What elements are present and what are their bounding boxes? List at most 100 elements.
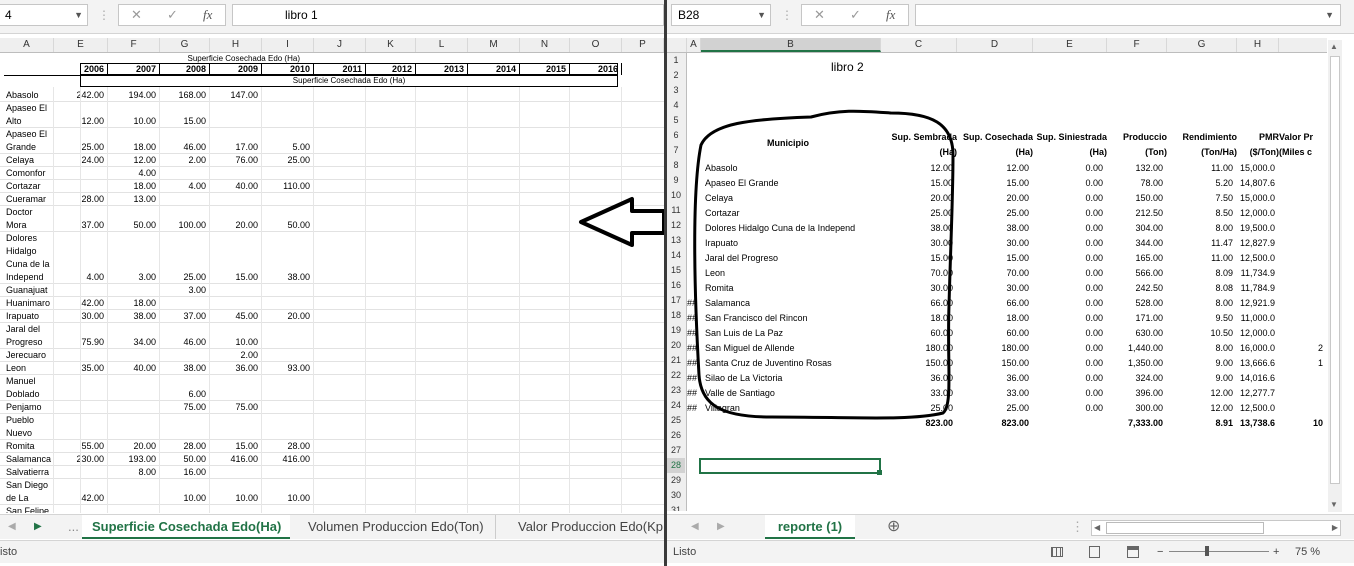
column-header-A[interactable]: A — [0, 38, 54, 52]
row-header-7[interactable]: 7 — [667, 143, 685, 158]
column-header-J[interactable]: J — [314, 38, 366, 52]
function-icon[interactable]: fx — [886, 5, 895, 25]
table-row[interactable]: Pueblo Nuevo — [0, 414, 664, 440]
row-header-8[interactable]: 8 — [667, 158, 685, 173]
table-row[interactable]: Cortazar 18.00 4.00 40.00 110.00 — [0, 180, 664, 193]
cancel-icon[interactable]: ✕ — [131, 5, 142, 25]
row-header-18[interactable]: 18 — [667, 308, 685, 323]
row-header-10[interactable]: 10 — [667, 188, 685, 203]
column-header-C[interactable]: C — [881, 38, 957, 52]
zoom-level[interactable]: 75 % — [1295, 541, 1320, 563]
table-row[interactable]: Jerecuaro 2.00 — [0, 349, 664, 362]
table-row[interactable]: Celaya 24.00 12.00 2.00 76.00 25.00 — [0, 154, 664, 167]
table-row[interactable]: Apaseo El Grande 25.00 18.00 46.00 17.00 5.00 — [0, 128, 664, 154]
name-box[interactable]: 4 ▼ — [0, 4, 88, 26]
next-sheet-icon[interactable]: ▶ — [717, 515, 725, 539]
tab-ellipsis[interactable]: ... — [68, 515, 79, 539]
column-header-B[interactable]: B — [701, 38, 881, 52]
row-header-2[interactable]: 2 — [667, 68, 685, 83]
column-header-I[interactable]: I — [262, 38, 314, 52]
table-row[interactable]: Apaseo El Alto 12.00 10.00 15.00 — [0, 102, 664, 128]
cancel-icon[interactable]: ✕ — [814, 5, 825, 25]
column-header-O[interactable]: O — [570, 38, 622, 52]
table-row[interactable]: Comonfor 4.00 — [0, 167, 664, 180]
prev-sheet-icon[interactable]: ◀ — [8, 515, 16, 539]
sheet-grid-right[interactable]: libro 2 Municipio Sup. Sembrada (Ha) Sup. Co… — [687, 53, 1327, 511]
table-row[interactable]: Salvatierra 8.00 16.00 — [0, 466, 664, 479]
column-header-H[interactable]: H — [1237, 38, 1279, 52]
row-header-3[interactable]: 3 — [667, 83, 685, 98]
tab-reporte[interactable]: reporte (1) — [765, 515, 855, 539]
name-box-right[interactable]: B28 ▼ — [671, 4, 771, 26]
row-header-9[interactable]: 9 — [667, 173, 685, 188]
chevron-down-icon[interactable]: ▼ — [757, 5, 766, 25]
row-header-6[interactable]: 6 — [667, 128, 685, 143]
table-row[interactable]: Doctor Mora 37.00 50.00 100.00 20.00 50.00 — [0, 206, 664, 232]
column-header-E[interactable]: E — [54, 38, 108, 52]
tab-volumen-produccion[interactable]: Volumen Produccion Edo(Ton) — [300, 515, 496, 539]
expand-formula-icon[interactable]: ▼ — [1325, 5, 1334, 25]
add-sheet-icon[interactable]: ⊕ — [887, 515, 900, 539]
column-header-L[interactable]: L — [416, 38, 468, 52]
fill-handle[interactable] — [877, 470, 882, 475]
column-header-G[interactable]: G — [1167, 38, 1237, 52]
table-row[interactable]: Huanimaro 42.00 18.00 — [0, 297, 664, 310]
column-header-D[interactable]: D — [957, 38, 1033, 52]
row-header-11[interactable]: 11 — [667, 203, 685, 218]
row-header-17[interactable]: 17 — [667, 293, 685, 308]
zoom-in-icon[interactable]: + — [1273, 541, 1279, 563]
row-header-1[interactable]: 1 — [667, 53, 685, 68]
zoom-slider[interactable] — [1169, 546, 1269, 556]
row-header-27[interactable]: 27 — [667, 443, 685, 458]
row-header-13[interactable]: 13 — [667, 233, 685, 248]
row-header-30[interactable]: 30 — [667, 488, 685, 503]
row-header-5[interactable]: 5 — [667, 113, 685, 128]
row-header-22[interactable]: 22 — [667, 368, 685, 383]
table-row[interactable]: Leon 35.00 40.00 38.00 36.00 93.00 — [0, 362, 664, 375]
row-header-31[interactable]: 31 — [667, 503, 685, 511]
next-sheet-icon[interactable]: ▶ — [34, 515, 42, 539]
row-header-14[interactable]: 14 — [667, 248, 685, 263]
table-row[interactable]: San Diego de La 42.00 10.00 10.00 10.00 — [0, 479, 664, 505]
row-header-15[interactable]: 15 — [667, 263, 685, 278]
formula-input-right[interactable]: ▼ — [915, 4, 1341, 26]
row-header-26[interactable]: 26 — [667, 428, 685, 443]
horizontal-scrollbar[interactable]: ◀ ▶ — [1091, 520, 1341, 536]
column-header-A[interactable]: A — [687, 38, 701, 52]
row-header-25[interactable]: 25 — [667, 413, 685, 428]
zoom-slider-thumb[interactable] — [1205, 546, 1209, 556]
scroll-up-icon[interactable]: ▲ — [1330, 42, 1338, 51]
chevron-down-icon[interactable]: ▼ — [74, 5, 83, 25]
row-header-4[interactable]: 4 — [667, 98, 685, 113]
table-row[interactable]: Romita 55.00 20.00 28.00 15.00 28.00 — [0, 440, 664, 453]
row-header-29[interactable]: 29 — [667, 473, 685, 488]
zoom-out-icon[interactable]: − — [1157, 541, 1163, 563]
table-row[interactable]: Cueramar 28.00 13.00 — [0, 193, 664, 206]
page-layout-icon[interactable] — [1089, 546, 1100, 558]
table-row[interactable]: Irapuato 30.00 38.00 37.00 45.00 20.00 — [0, 310, 664, 323]
hscroll-thumb[interactable] — [1106, 522, 1264, 534]
table-row[interactable]: Abasolo 242.00 194.00 168.00 147.00 — [0, 89, 664, 102]
column-header-M[interactable]: M — [468, 38, 520, 52]
function-icon[interactable]: fx — [203, 5, 212, 25]
prev-sheet-icon[interactable]: ◀ — [691, 515, 699, 539]
column-header-H[interactable]: H — [210, 38, 262, 52]
scrollbar-thumb[interactable] — [1330, 56, 1340, 484]
column-header-P[interactable]: P — [622, 38, 664, 52]
selected-cell-b28[interactable] — [699, 458, 881, 474]
tab-superficie-cosechada[interactable]: Superficie Cosechada Edo(Ha) — [82, 515, 290, 539]
row-header-24[interactable]: 24 — [667, 398, 685, 413]
table-row[interactable]: Dolores Hidalgo Cuna de la Independ 4.00 3.00… — [0, 232, 664, 284]
page-break-icon[interactable] — [1127, 546, 1139, 558]
table-row[interactable]: Salamanca 230.00 193.00 50.00 416.00 416.00 — [0, 453, 664, 466]
table-row[interactable]: Penjamo 75.00 75.00 — [0, 401, 664, 414]
table-row[interactable]: Jaral del Progreso 75.90 34.00 46.00 10.00 — [0, 323, 664, 349]
column-header-G[interactable]: G — [160, 38, 210, 52]
scroll-right-icon[interactable]: ▶ — [1332, 521, 1338, 535]
tab-valor-produccion[interactable]: Valor Produccion Edo(Kp — [510, 515, 664, 539]
scroll-down-icon[interactable]: ▼ — [1330, 500, 1338, 509]
formula-input[interactable]: libro 1 — [232, 4, 664, 26]
vertical-scrollbar[interactable]: ▲ ▼ — [1328, 40, 1342, 512]
row-header-21[interactable]: 21 — [667, 353, 685, 368]
row-header-28[interactable]: 28 — [667, 458, 685, 473]
